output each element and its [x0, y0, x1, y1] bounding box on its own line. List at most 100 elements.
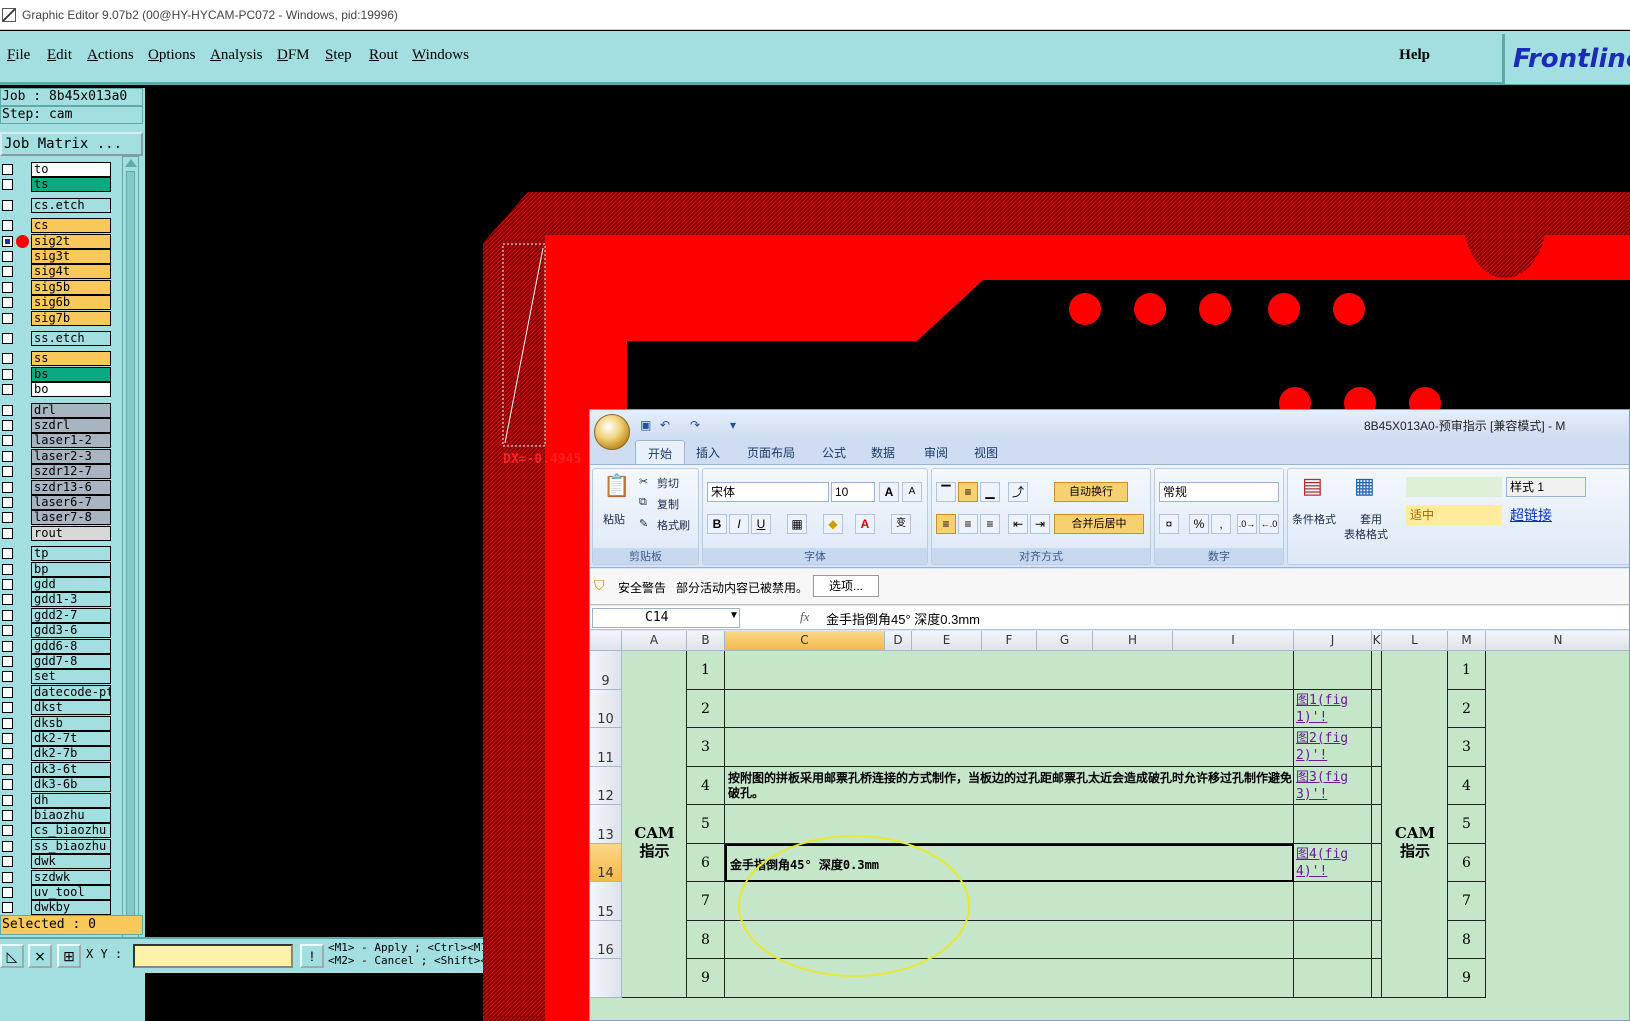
layer-name[interactable]: sig7b — [31, 310, 111, 326]
column-header[interactable]: B — [687, 631, 725, 651]
item-number-cell[interactable]: 5 — [687, 805, 725, 844]
figure-link-cell[interactable] — [1294, 805, 1372, 844]
layer-name[interactable]: bs — [31, 366, 111, 382]
layer-row[interactable]: dk3-6t — [0, 761, 118, 777]
layer-row[interactable]: dh — [0, 792, 118, 808]
layer-name[interactable]: biaozhu — [31, 808, 111, 823]
item-number-cell[interactable]: 8 — [687, 920, 725, 959]
currency-icon[interactable]: ¤ — [1159, 514, 1179, 534]
layer-row[interactable]: cs.etch — [0, 197, 118, 213]
layer-row[interactable]: bp — [0, 561, 118, 577]
style-medium-cell[interactable]: 适中 — [1406, 505, 1502, 525]
layer-name[interactable]: gdd2-7 — [31, 607, 111, 623]
layer-checkbox[interactable] — [2, 640, 13, 652]
phonetic-button[interactable]: 变 — [891, 514, 911, 534]
tab-view[interactable]: 视图 — [974, 444, 998, 461]
measure-icon[interactable]: ◺ — [0, 944, 24, 968]
layer-row[interactable]: ss_biaozhu — [0, 838, 118, 854]
layer-name[interactable]: gdd — [31, 577, 111, 592]
layer-row[interactable]: dksb — [0, 715, 118, 731]
layer-row[interactable]: laser1-2 — [0, 433, 118, 449]
layer-checkbox[interactable] — [2, 266, 13, 278]
layer-checkbox[interactable] — [2, 902, 13, 914]
tab-insert[interactable]: 插入 — [696, 444, 720, 461]
layer-checkbox[interactable] — [2, 548, 13, 560]
layer-checkbox[interactable] — [2, 748, 13, 760]
layer-row[interactable]: sig7b — [0, 310, 118, 326]
layer-checkbox[interactable] — [2, 281, 13, 293]
scroll-thumb[interactable] — [126, 171, 135, 933]
layer-row[interactable]: szdrl — [0, 418, 118, 433]
layer-name[interactable]: bo — [31, 382, 111, 398]
layer-name[interactable]: cs — [31, 218, 111, 234]
item-number-cell-right[interactable]: 2 — [1448, 689, 1486, 728]
layer-name[interactable]: ss — [31, 351, 111, 367]
format-painter-icon[interactable]: ✎ — [639, 517, 648, 530]
layer-checkbox[interactable] — [2, 333, 13, 344]
layer-name[interactable]: szdr12-7 — [31, 464, 111, 480]
layer-name[interactable]: sig2t — [31, 233, 111, 249]
layer-row[interactable]: cs — [0, 218, 118, 234]
options-button[interactable]: 选项... — [813, 575, 879, 597]
menu-options[interactable]: Options — [148, 47, 196, 64]
layer-name[interactable]: sig3t — [31, 249, 111, 264]
layer-name[interactable]: laser1-2 — [31, 433, 111, 449]
grid-icon[interactable]: ⊞ — [57, 944, 81, 968]
layer-row[interactable]: rout — [0, 525, 118, 541]
layer-name[interactable]: sig4t — [31, 264, 111, 280]
column-header[interactable]: M — [1448, 631, 1486, 651]
layer-name[interactable]: dksb — [31, 715, 111, 731]
layer-row[interactable]: dk3-6b — [0, 777, 118, 793]
layer-checkbox[interactable] — [2, 512, 13, 524]
figure-link-cell[interactable] — [1294, 651, 1372, 690]
layer-checkbox[interactable] — [2, 825, 13, 837]
layer-checkbox[interactable] — [2, 164, 13, 175]
table-format-button-2[interactable]: 表格格式 — [1344, 526, 1388, 542]
layer-checkbox[interactable] — [2, 733, 13, 744]
increase-indent-icon[interactable]: ⇥ — [1030, 514, 1050, 534]
layer-row[interactable]: ss — [0, 351, 118, 367]
layer-checkbox[interactable] — [2, 871, 13, 883]
paste-button[interactable]: 粘贴 — [603, 511, 625, 527]
formula-input[interactable]: 金手指倒角45° 深度0.3mm — [826, 609, 980, 628]
layer-scrollbar[interactable] — [122, 156, 139, 949]
number-format-select[interactable]: 常规 — [1159, 482, 1279, 502]
table-format-button-1[interactable]: 套用 — [1360, 511, 1382, 527]
row-header[interactable]: 13 — [590, 805, 622, 844]
row-header[interactable]: 15 — [590, 882, 622, 921]
layer-checkbox[interactable] — [2, 656, 13, 667]
align-center-icon[interactable]: ≡ — [958, 514, 978, 534]
layer-row[interactable]: cs_biaozhu — [0, 823, 118, 839]
layer-checkbox[interactable] — [2, 702, 13, 714]
menu-rout[interactable]: Rout — [369, 47, 398, 64]
layer-row[interactable]: gdd1-3 — [0, 592, 118, 608]
item-number-cell-right[interactable]: 5 — [1448, 805, 1486, 844]
column-header[interactable]: F — [982, 631, 1037, 651]
layer-checkbox[interactable] — [2, 368, 13, 380]
menu-help[interactable]: Help — [1399, 47, 1430, 64]
align-bottom-icon[interactable]: ▁ — [980, 482, 1000, 502]
layer-row[interactable]: laser7-8 — [0, 510, 118, 526]
layer-row[interactable]: gdd3-6 — [0, 623, 118, 639]
layer-name[interactable]: cs_biaozhu — [31, 823, 111, 839]
name-box[interactable]: C14 — [592, 608, 740, 628]
layer-name[interactable]: dwk — [31, 854, 111, 870]
layer-row[interactable]: ss.etch — [0, 331, 118, 346]
percent-button[interactable]: % — [1189, 514, 1209, 534]
layer-name[interactable]: dh — [31, 792, 111, 808]
layer-row[interactable]: gdd — [0, 577, 118, 592]
layer-name[interactable]: ts — [31, 177, 111, 193]
tab-formulas[interactable]: 公式 — [822, 444, 846, 461]
row-header[interactable]: 9 — [590, 651, 622, 690]
layer-checkbox[interactable] — [2, 466, 13, 478]
align-right-icon[interactable]: ≡ — [980, 514, 1000, 534]
copy-icon[interactable]: ⧉ — [639, 496, 647, 509]
layer-checkbox[interactable] — [2, 840, 13, 852]
font-name-select[interactable]: 宋体 — [707, 482, 829, 502]
layer-checkbox[interactable] — [2, 404, 13, 416]
layer-row[interactable]: sig3t — [0, 249, 118, 264]
layer-row[interactable]: dk2-7b — [0, 746, 118, 762]
underline-button[interactable]: U — [751, 514, 771, 534]
column-header[interactable]: I — [1173, 631, 1294, 651]
instruction-cell[interactable] — [725, 651, 1294, 690]
